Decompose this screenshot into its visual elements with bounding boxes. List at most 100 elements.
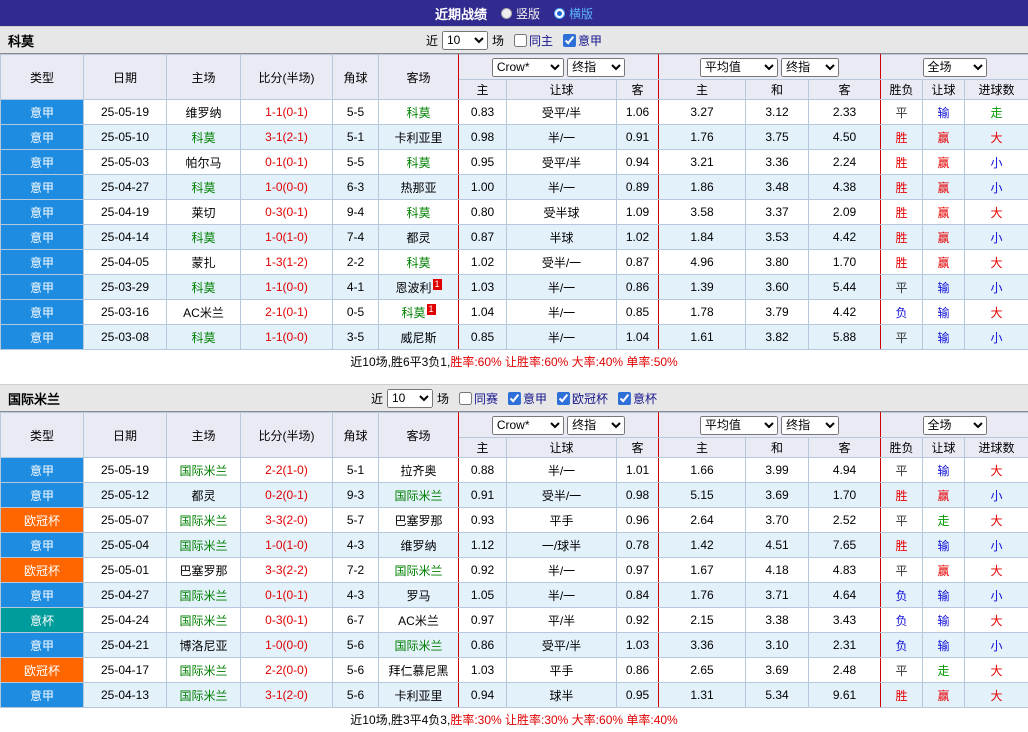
cell-score: 1-0(1-0) [241, 225, 333, 250]
avg-odds-select[interactable]: 平均值 [700, 416, 778, 435]
cell-result-goals: 小 [965, 225, 1028, 250]
bookmaker-select[interactable]: Crow* [492, 416, 564, 435]
cell-result-outcome: 胜 [881, 683, 923, 708]
cell-result-goals: 大 [965, 458, 1028, 483]
cell-away-team: 卡利亚里 [379, 125, 459, 150]
team-name: 科莫 [191, 331, 215, 345]
cell-date: 25-05-12 [84, 483, 167, 508]
cell-corner: 0-5 [333, 300, 379, 325]
cell-corner: 7-2 [333, 558, 379, 583]
cell-odds-avg-home: 1.86 [659, 175, 746, 200]
cell-result-handicap: 赢 [923, 125, 965, 150]
cell-away-team: 科莫 [379, 100, 459, 125]
avg-odds-select[interactable]: 平均值 [700, 58, 778, 77]
cell-corner: 3-5 [333, 325, 379, 350]
col-header-home: 主场 [167, 413, 241, 458]
cell-home-team: 维罗纳 [167, 100, 241, 125]
checkbox-label: 意杯 [633, 390, 657, 407]
cell-result-handicap: 输 [923, 300, 965, 325]
early-odds-type-select[interactable]: 终指 [567, 58, 625, 77]
cell-odds-early-away: 0.86 [617, 658, 659, 683]
cell-result-outcome: 负 [881, 633, 923, 658]
cell-result-outcome: 平 [881, 558, 923, 583]
cell-league: 意甲 [1, 175, 84, 200]
record-summary: 近10场,胜3平4负3, [350, 711, 450, 728]
cell-result-goals: 小 [965, 583, 1028, 608]
cell-date: 25-05-01 [84, 558, 167, 583]
filter-coppa[interactable]: 意杯 [618, 390, 657, 407]
team-name: 国际米兰 [394, 639, 442, 653]
cell-odds-early-home: 1.12 [459, 533, 507, 558]
match-count-select[interactable]: 10 [442, 31, 488, 50]
table-header-groups: 类型 日期 主场 比分(半场) 角球 客场 Crow* 终指 平均值 终指 全场 [1, 413, 1028, 438]
cell-odds-avg-away: 1.70 [809, 483, 881, 508]
col-header-away: 客场 [379, 55, 459, 100]
cell-odds-early-away: 1.02 [617, 225, 659, 250]
cell-odds-avg-draw: 3.75 [746, 125, 809, 150]
cell-date: 25-04-05 [84, 250, 167, 275]
serie-a-checkbox[interactable] [508, 392, 521, 405]
fulltime-select[interactable]: 全场 [923, 58, 987, 77]
cell-away-team: 恩波利1 [379, 275, 459, 300]
cell-corner: 5-6 [333, 633, 379, 658]
filter-serie-a[interactable]: 意甲 [508, 390, 547, 407]
cell-date: 25-03-16 [84, 300, 167, 325]
near-label: 近 [371, 390, 383, 407]
cell-odds-avg-draw: 3.71 [746, 583, 809, 608]
cell-result-handicap: 输 [923, 458, 965, 483]
cell-odds-avg-home: 3.21 [659, 150, 746, 175]
cell-odds-avg-draw: 3.60 [746, 275, 809, 300]
cell-result-outcome: 胜 [881, 483, 923, 508]
record-footer: 近10场,胜3平4负3, 胜率:30% 让胜率:30% 大率:60% 单率:40… [0, 708, 1028, 730]
cell-odds-early-handicap: 平/半 [507, 608, 617, 633]
cell-date: 25-04-21 [84, 633, 167, 658]
cell-league: 意甲 [1, 683, 84, 708]
team-name: 莱切 [191, 206, 215, 220]
cell-result-outcome: 胜 [881, 150, 923, 175]
layout-radio-horizontal[interactable]: 横版 [554, 5, 593, 22]
match-count-select[interactable]: 10 [387, 389, 433, 408]
same-comp-checkbox[interactable] [459, 392, 472, 405]
cell-odds-early-handicap: 受半/一 [507, 250, 617, 275]
col-header-early-away: 客 [617, 80, 659, 100]
cell-corner: 6-3 [333, 175, 379, 200]
cell-league: 意甲 [1, 300, 84, 325]
same-venue-checkbox[interactable] [514, 34, 527, 47]
cell-home-team: 科莫 [167, 175, 241, 200]
avg-odds-type-select[interactable]: 终指 [781, 58, 839, 77]
cell-corner: 5-1 [333, 125, 379, 150]
cell-odds-early-home: 0.86 [459, 633, 507, 658]
serie-a-checkbox[interactable] [563, 34, 576, 47]
col-header-avg-away: 客 [809, 438, 881, 458]
col-header-avg-home: 主 [659, 80, 746, 100]
cell-score: 1-1(0-1) [241, 100, 333, 125]
cell-odds-early-away: 0.97 [617, 558, 659, 583]
col-header-result-goals: 进球数 [965, 80, 1028, 100]
cell-home-team: 科莫 [167, 225, 241, 250]
cell-away-team: 科莫 [379, 150, 459, 175]
avg-odds-type-select[interactable]: 终指 [781, 416, 839, 435]
cell-odds-early-handicap: 受平/半 [507, 100, 617, 125]
filter-controls: 近 10 场 同赛 意甲 欧冠杯 意杯 [371, 389, 657, 408]
cell-result-outcome: 胜 [881, 225, 923, 250]
coppa-checkbox[interactable] [618, 392, 631, 405]
cell-odds-avg-draw: 3.99 [746, 458, 809, 483]
layout-radio-vertical[interactable]: 竖版 [501, 5, 540, 22]
cell-score: 2-1(0-1) [241, 300, 333, 325]
cell-date: 25-05-04 [84, 533, 167, 558]
cell-odds-avg-home: 1.42 [659, 533, 746, 558]
table-header-groups: 类型 日期 主场 比分(半场) 角球 客场 Crow* 终指 平均值 终指 全场 [1, 55, 1028, 80]
bookmaker-select[interactable]: Crow* [492, 58, 564, 77]
filter-ucl[interactable]: 欧冠杯 [557, 390, 608, 407]
cell-result-outcome: 负 [881, 300, 923, 325]
early-odds-type-select[interactable]: 终指 [567, 416, 625, 435]
cell-odds-early-away: 1.04 [617, 325, 659, 350]
team-name: 国际米兰 [394, 564, 442, 578]
filter-same-venue[interactable]: 同主 [514, 32, 553, 49]
col-header-date: 日期 [84, 413, 167, 458]
fulltime-select[interactable]: 全场 [923, 416, 987, 435]
cell-score: 2-2(1-0) [241, 458, 333, 483]
filter-same-comp[interactable]: 同赛 [459, 390, 498, 407]
filter-serie-a[interactable]: 意甲 [563, 32, 602, 49]
ucl-checkbox[interactable] [557, 392, 570, 405]
